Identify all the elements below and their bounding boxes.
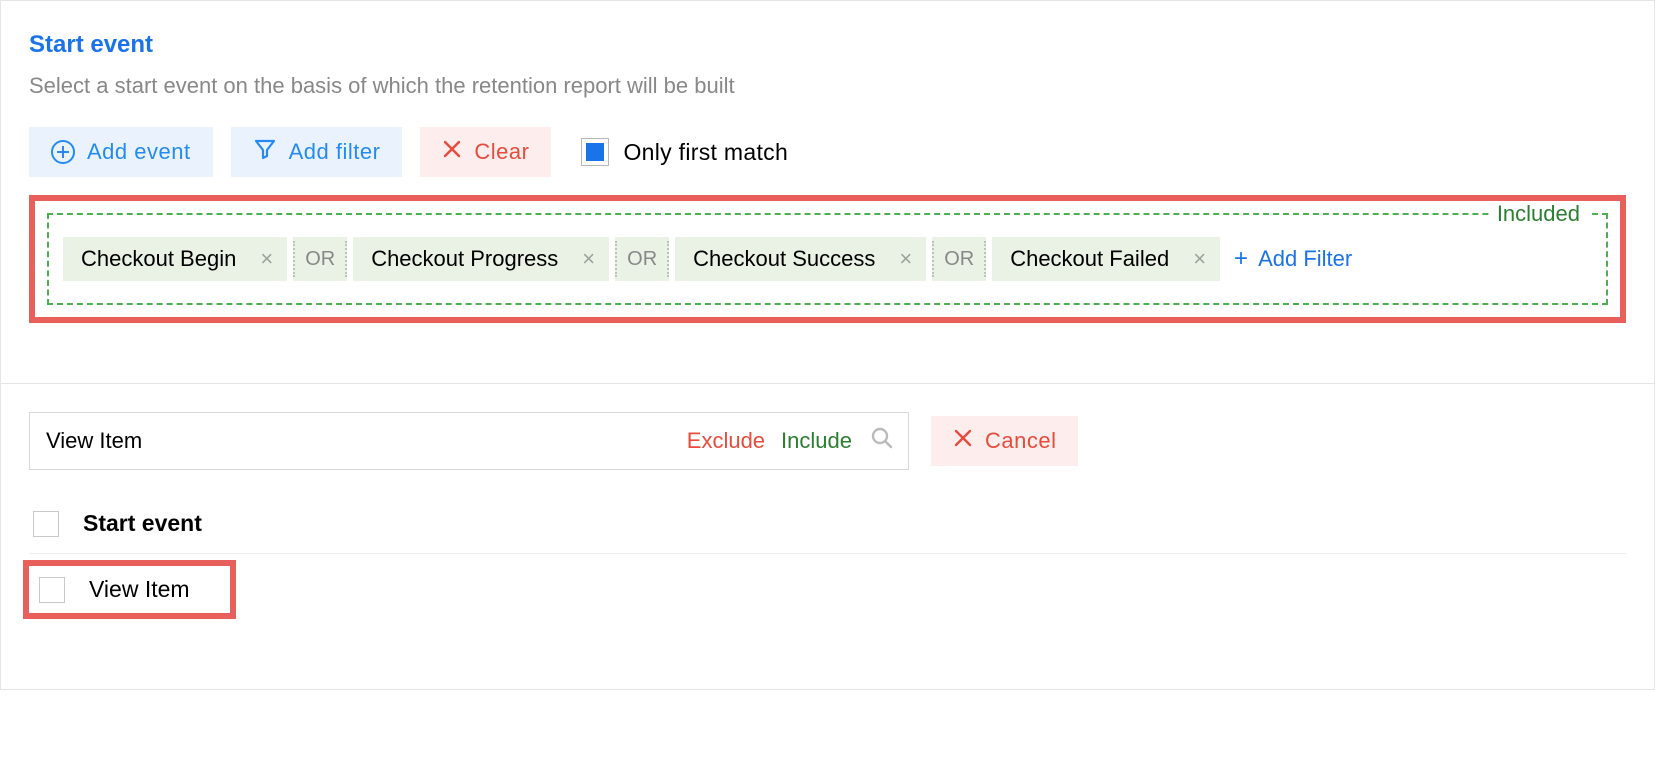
funnel-icon <box>253 137 277 167</box>
clear-button[interactable]: Clear <box>420 127 551 177</box>
add-filter-link-label: Add Filter <box>1258 246 1352 272</box>
event-chip-label: Checkout Success <box>693 246 875 272</box>
results-list: Start event View Item <box>29 494 1626 619</box>
search-box: Exclude Include <box>29 412 909 470</box>
include-link[interactable]: Include <box>773 428 860 454</box>
search-input[interactable] <box>44 427 679 455</box>
select-all-checkbox[interactable] <box>33 511 59 537</box>
checkbox-checked-icon <box>586 143 604 161</box>
clear-label: Clear <box>474 139 529 165</box>
event-chip[interactable]: Checkout Success × <box>675 237 926 281</box>
close-icon <box>953 428 973 454</box>
remove-chip-icon[interactable]: × <box>899 246 912 272</box>
section-subtitle: Select a start event on the basis of whi… <box>29 73 1626 99</box>
remove-chip-icon[interactable]: × <box>260 246 273 272</box>
only-first-match-checkbox[interactable]: Only first match <box>581 138 788 166</box>
event-chip-label: Checkout Progress <box>371 246 558 272</box>
section-title: Start event <box>29 31 1626 59</box>
close-icon <box>442 139 462 165</box>
event-chip[interactable]: Checkout Failed × <box>992 237 1220 281</box>
plus-circle-icon <box>51 140 75 164</box>
add-filter-button[interactable]: Add filter <box>231 127 403 177</box>
result-highlight: View Item <box>23 560 236 619</box>
included-highlight: Included Checkout Begin × OR Checkout Pr… <box>29 195 1626 323</box>
remove-chip-icon[interactable]: × <box>582 246 595 272</box>
included-group: Included Checkout Begin × OR Checkout Pr… <box>47 213 1608 305</box>
exclude-link[interactable]: Exclude <box>679 428 773 454</box>
or-separator: OR <box>615 237 669 281</box>
list-header-label: Start event <box>83 510 202 537</box>
event-search-panel: Exclude Include Cancel Start event View <box>0 384 1655 690</box>
add-event-label: Add event <box>87 139 191 165</box>
only-first-match-label: Only first match <box>623 139 788 166</box>
or-separator: OR <box>932 237 986 281</box>
event-chip-label: Checkout Failed <box>1010 246 1169 272</box>
checkbox-box <box>581 138 609 166</box>
result-checkbox[interactable] <box>39 577 65 603</box>
included-legend: Included <box>1489 201 1588 227</box>
list-header-row[interactable]: Start event <box>29 494 1626 554</box>
event-chip[interactable]: Checkout Progress × <box>353 237 609 281</box>
remove-chip-icon[interactable]: × <box>1193 246 1206 272</box>
search-row: Exclude Include Cancel <box>29 412 1626 470</box>
cancel-button[interactable]: Cancel <box>931 416 1078 466</box>
toolbar: Add event Add filter Clear Only first ma… <box>29 127 1626 177</box>
or-separator: OR <box>293 237 347 281</box>
add-filter-link[interactable]: + Add Filter <box>1234 246 1352 272</box>
search-icon[interactable] <box>860 426 894 456</box>
plus-icon: + <box>1234 247 1248 271</box>
add-event-button[interactable]: Add event <box>29 127 213 177</box>
event-chip[interactable]: Checkout Begin × <box>63 237 287 281</box>
start-event-panel: Start event Select a start event on the … <box>0 0 1655 384</box>
add-filter-label: Add filter <box>289 139 381 165</box>
cancel-label: Cancel <box>985 428 1056 454</box>
result-label[interactable]: View Item <box>89 576 190 603</box>
event-chip-label: Checkout Begin <box>81 246 236 272</box>
